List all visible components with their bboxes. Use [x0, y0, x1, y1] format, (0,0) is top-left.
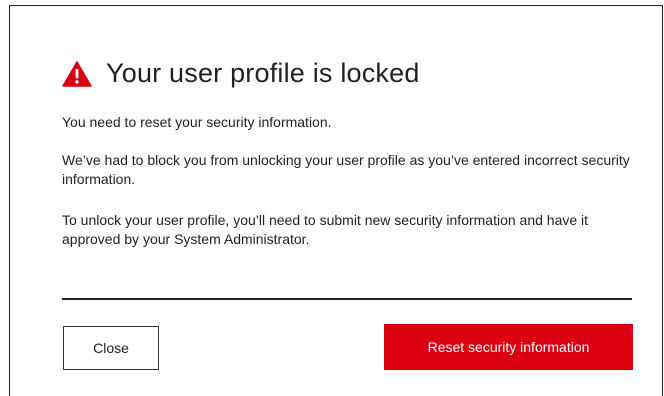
dialog-header: Your user profile is locked	[62, 58, 420, 89]
dialog-divider	[62, 298, 632, 300]
locked-profile-dialog: Your user profile is locked You need to …	[9, 5, 663, 396]
dialog-message-3: To unlock your user profile, you’ll need…	[62, 212, 589, 247]
dialog-message-1: You need to reset your security informat…	[62, 114, 332, 130]
close-button[interactable]: Close	[63, 326, 159, 370]
warning-triangle-icon	[62, 60, 92, 87]
dialog-message-2: We’ve had to block you from unlocking yo…	[62, 152, 630, 187]
dialog-title: Your user profile is locked	[106, 58, 420, 88]
reset-security-information-button[interactable]: Reset security information	[384, 324, 633, 370]
